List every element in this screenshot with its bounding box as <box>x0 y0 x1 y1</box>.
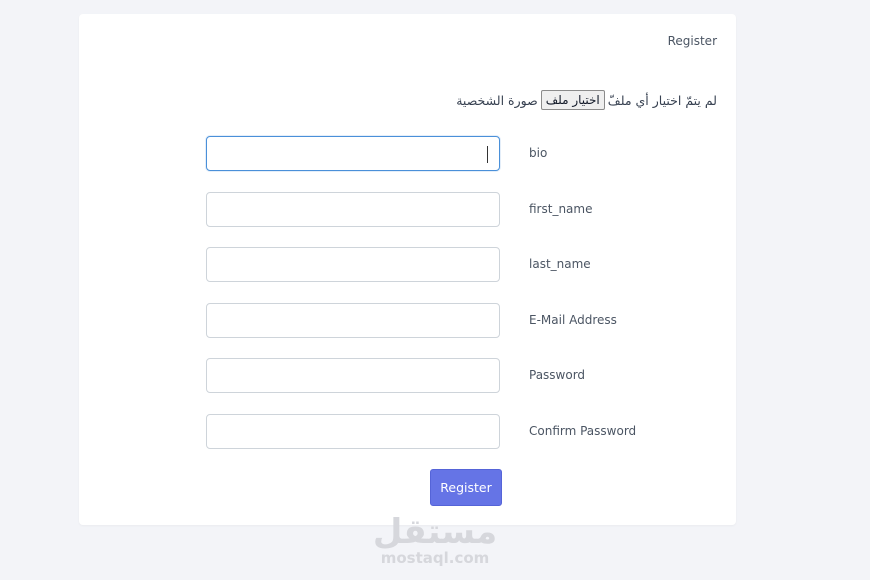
email-input[interactable] <box>206 303 500 338</box>
last-name-label: last_name <box>529 257 591 271</box>
field-row-last-name: last_name <box>206 247 676 284</box>
bio-label: bio <box>529 146 548 160</box>
email-label: E-Mail Address <box>529 313 617 327</box>
text-caret <box>487 146 488 163</box>
choose-file-button[interactable]: اختيار ملف <box>540 90 605 110</box>
confirm-password-label: Confirm Password <box>529 424 637 438</box>
field-row-first-name: first_name <box>206 192 676 229</box>
no-file-chosen-text: لم يتمّ اختيار أي ملفّ <box>607 92 717 108</box>
password-label: Password <box>529 368 586 382</box>
field-row-bio: bio <box>206 136 676 173</box>
card-title: Register <box>667 34 717 48</box>
watermark-logo-latin: mostaql.com <box>380 549 490 567</box>
field-row-password: Password <box>206 358 676 395</box>
watermark-logo-arabic: مستقل <box>372 512 498 552</box>
last-name-input[interactable] <box>206 247 500 282</box>
password-input[interactable] <box>206 358 500 393</box>
first-name-label: first_name <box>529 202 593 216</box>
profile-photo-label: صورة الشخصية <box>456 92 538 108</box>
first-name-input[interactable] <box>206 192 500 227</box>
profile-photo-row: صورة الشخصية اختيار ملف لم يتمّ اختيار أ… <box>456 90 717 110</box>
field-row-confirm-password: Confirm Password <box>206 414 676 451</box>
field-row-email: E-Mail Address <box>206 303 676 340</box>
confirm-password-input[interactable] <box>206 414 500 449</box>
bio-input[interactable] <box>206 136 500 171</box>
register-button[interactable]: Register <box>430 469 502 506</box>
register-card: Register صورة الشخصية اختيار ملف لم يتمّ… <box>79 14 736 525</box>
